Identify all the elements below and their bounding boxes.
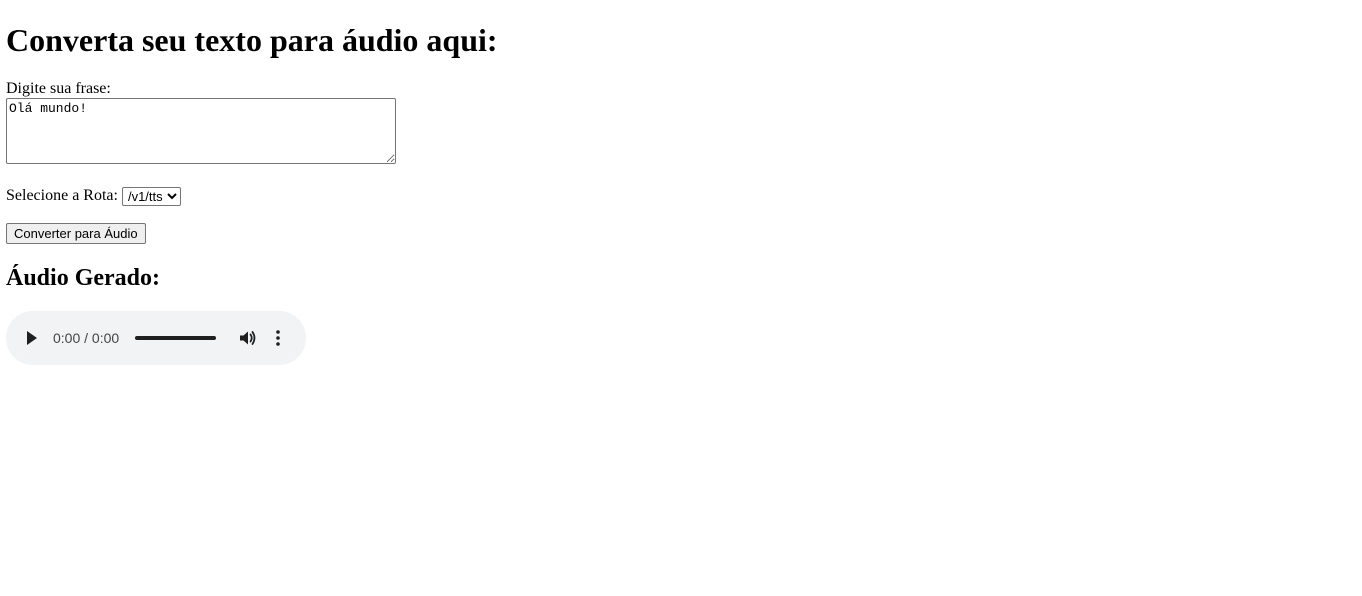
play-icon[interactable] bbox=[24, 330, 40, 346]
volume-icon[interactable] bbox=[238, 328, 258, 348]
audio-player: 0:00 / 0:00 bbox=[6, 311, 306, 365]
phrase-textarea[interactable]: Olá mundo! bbox=[6, 98, 396, 164]
time-display: 0:00 / 0:00 bbox=[53, 330, 120, 346]
more-options-icon-glyph bbox=[276, 330, 280, 346]
phrase-label: Digite sua frase: bbox=[6, 80, 111, 97]
convert-to-audio-button[interactable]: Converter para Áudio bbox=[6, 223, 146, 244]
route-row: Selecione a Rota: /v1/tts bbox=[6, 186, 181, 206]
volume-icon-glyph bbox=[240, 331, 256, 345]
route-select[interactable]: /v1/tts bbox=[121, 186, 181, 206]
route-label: Selecione a Rota: bbox=[6, 187, 118, 204]
generated-audio-title: Áudio Gerado: bbox=[6, 265, 161, 291]
progress-slider[interactable] bbox=[135, 336, 217, 340]
more-options-icon[interactable] bbox=[270, 328, 286, 348]
play-icon-glyph bbox=[27, 331, 37, 345]
page-title: Converta seu texto para áudio aqui: bbox=[6, 22, 498, 58]
